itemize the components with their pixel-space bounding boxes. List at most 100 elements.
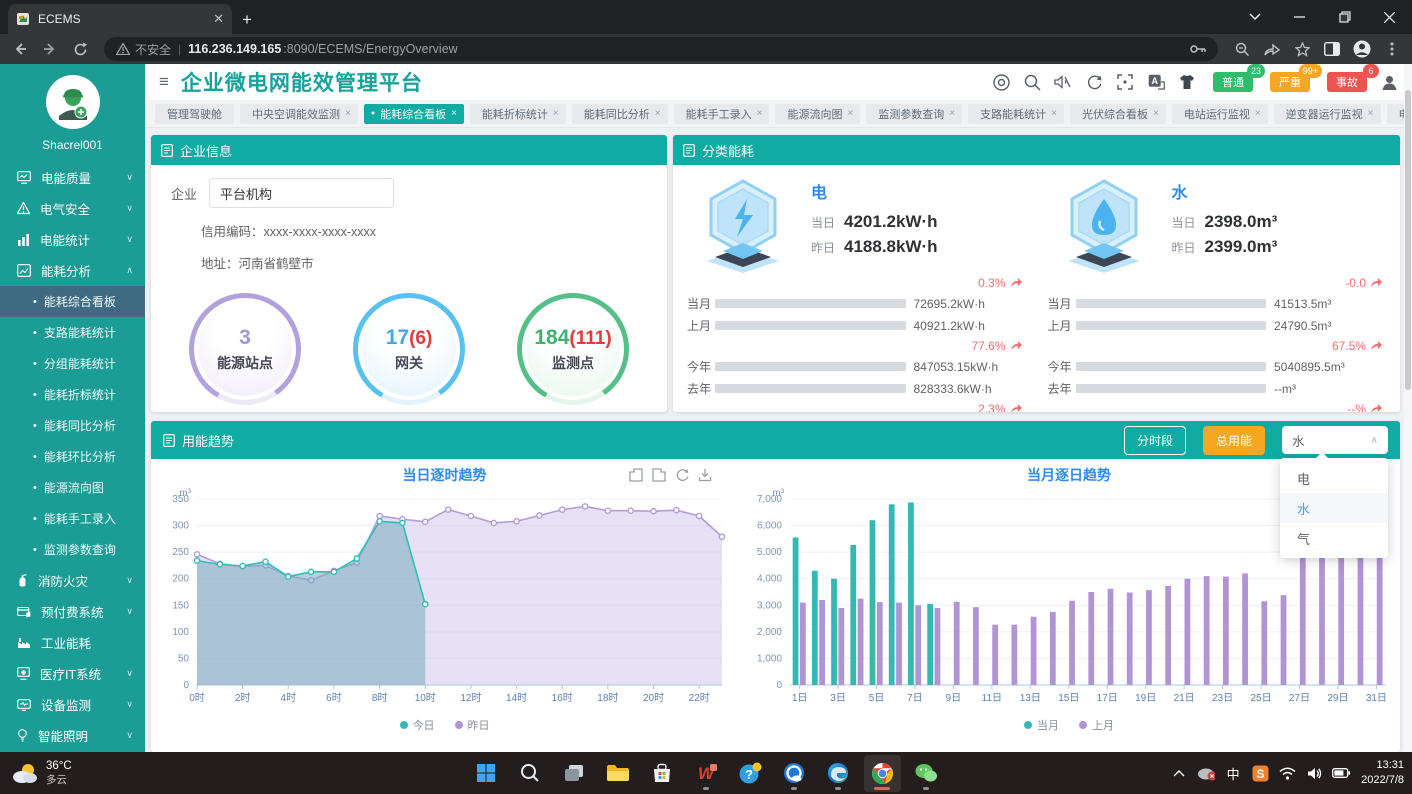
dropdown-option[interactable]: 电: [1280, 463, 1388, 493]
legend-item[interactable]: 今日: [400, 717, 435, 733]
legend-item[interactable]: 当月: [1024, 717, 1059, 733]
clock-widget[interactable]: 13:31 2022/7/8: [1361, 758, 1404, 788]
tab-close-icon[interactable]: ×: [451, 108, 457, 119]
tab-close-icon[interactable]: ×: [1255, 108, 1261, 119]
page-tab[interactable]: ● 能耗综合看板 ×: [364, 104, 464, 124]
start-button[interactable]: [468, 755, 505, 792]
sidebar-item-device-monitor[interactable]: 设备监测 ∨: [0, 689, 145, 720]
wifi-icon[interactable]: [1278, 764, 1296, 782]
scrollbar-thumb[interactable]: [1405, 90, 1411, 390]
sidebar-submenu-item[interactable]: • 能耗同比分析: [0, 410, 145, 441]
sidebar-item-medical-it[interactable]: 医疗IT系统 ∨: [0, 658, 145, 689]
tab-close-icon[interactable]: ×: [1153, 108, 1159, 119]
sidebar-item-prepaid-system[interactable]: 预付费系统 ∨: [0, 596, 145, 627]
browser-tab[interactable]: ECEMS ✕: [8, 4, 232, 34]
tab-close-icon[interactable]: ×: [949, 108, 955, 119]
company-input[interactable]: [209, 178, 394, 208]
wechat-icon[interactable]: [908, 755, 945, 792]
page-tab[interactable]: 中央空调能效监测 ×: [240, 104, 358, 124]
tab-search-icon[interactable]: [1232, 0, 1277, 34]
sidebar-item-industrial-energy[interactable]: 工业能耗: [0, 627, 145, 658]
weather-widget[interactable]: 36°C 多云: [10, 760, 72, 787]
window-minimize-button[interactable]: [1277, 0, 1322, 34]
restore-icon[interactable]: [675, 468, 689, 482]
tab-close-icon[interactable]: ×: [1368, 108, 1374, 119]
zoom-icon[interactable]: [1230, 37, 1254, 61]
browser-menu-icon[interactable]: [1380, 37, 1404, 61]
user-icon[interactable]: [1380, 73, 1398, 91]
back-icon[interactable]: [8, 37, 32, 61]
tab-close-icon[interactable]: ×: [847, 108, 853, 119]
cloud-sync-error-icon[interactable]: [1197, 764, 1215, 782]
file-explorer-icon[interactable]: [600, 755, 637, 792]
sidebar-item-electric-statistics[interactable]: 电能统计 ∨: [0, 224, 145, 255]
refresh-icon[interactable]: [1085, 73, 1103, 91]
microsoft-store-icon[interactable]: [644, 755, 681, 792]
alarm-badge-normal[interactable]: 普通 23: [1213, 72, 1253, 92]
page-tab[interactable]: 支路能耗统计 ×: [968, 104, 1064, 124]
sidebar-submenu-item[interactable]: • 支路能耗统计: [0, 317, 145, 348]
tab-close-icon[interactable]: ×: [1051, 108, 1057, 119]
page-scrollbar[interactable]: [1404, 64, 1412, 752]
chrome-browser-icon[interactable]: [864, 755, 901, 792]
translate-icon[interactable]: A: [1147, 73, 1165, 91]
sidebar-submenu-item[interactable]: • 能源流向图: [0, 472, 145, 503]
dropdown-option[interactable]: 气: [1280, 523, 1388, 553]
tray-expand-icon[interactable]: [1170, 764, 1188, 782]
battery-icon[interactable]: [1332, 764, 1350, 782]
sidebar-item-energy-analysis[interactable]: 能耗分析 ∧: [0, 255, 145, 286]
wps-office-icon[interactable]: W: [688, 755, 725, 792]
sidebar-item-power-quality[interactable]: 电能质量 ∨: [0, 162, 145, 193]
alarm-badge-severe[interactable]: 严重 99+: [1270, 72, 1310, 92]
page-tab[interactable]: 监测参数查询 ×: [866, 104, 962, 124]
password-key-icon[interactable]: [1190, 44, 1206, 54]
page-tab[interactable]: 光伏综合看板 ×: [1070, 104, 1166, 124]
sidebar-item-fire-alarm[interactable]: 消防火灾 ∨: [0, 565, 145, 596]
hourly-line-chart-svg[interactable]: 050100150200250300350m³0时2时4时6时8时10时12时1…: [151, 487, 736, 715]
sogou-input-icon[interactable]: S: [1251, 764, 1269, 782]
sidebar-submenu-item[interactable]: • 能耗环比分析: [0, 441, 145, 472]
menu-collapse-icon[interactable]: ≡: [159, 72, 169, 92]
share-icon[interactable]: [1260, 37, 1284, 61]
profile-avatar-icon[interactable]: [1350, 37, 1374, 61]
mute-icon[interactable]: [1054, 73, 1072, 91]
side-panel-icon[interactable]: [1320, 37, 1344, 61]
dropdown-option[interactable]: 水: [1280, 493, 1388, 523]
window-restore-button[interactable]: [1322, 0, 1367, 34]
toggle-line-icon[interactable]: [629, 468, 643, 482]
tab-close-icon[interactable]: ×: [655, 108, 661, 119]
sidebar-item-electric-safety[interactable]: 电气安全 ∨: [0, 193, 145, 224]
address-bar[interactable]: 不安全 | 116.236.149.165 :8090/ECEMS/Energy…: [104, 37, 1218, 61]
user-avatar[interactable]: [46, 75, 100, 129]
download-icon[interactable]: [698, 468, 712, 482]
edge-browser-icon[interactable]: [820, 755, 857, 792]
period-button[interactable]: 分时段: [1124, 426, 1186, 455]
tab-close-icon[interactable]: ×: [345, 108, 351, 119]
sidebar-submenu-item[interactable]: • 能耗综合看板: [0, 286, 145, 317]
alarm-badge-accident[interactable]: 事故 6: [1327, 72, 1367, 92]
help-app-icon[interactable]: ?: [732, 755, 769, 792]
bookmark-star-icon[interactable]: [1290, 37, 1314, 61]
page-tab[interactable]: 管理驾驶舱: [155, 104, 234, 124]
toggle-bar-icon[interactable]: [652, 468, 666, 482]
total-energy-button[interactable]: 总用能: [1203, 426, 1265, 455]
tab-close-icon[interactable]: ✕: [213, 11, 224, 27]
sidebar-submenu-item[interactable]: • 分组能耗统计: [0, 348, 145, 379]
page-tab[interactable]: 能耗手工录入 ×: [674, 104, 770, 124]
sidebar-submenu-item[interactable]: • 能耗折标统计: [0, 379, 145, 410]
energy-type-select[interactable]: 水 ∧: [1282, 426, 1388, 454]
legend-item[interactable]: 昨日: [455, 717, 490, 733]
tab-close-icon[interactable]: ×: [757, 108, 763, 119]
page-tab[interactable]: 逆变器运行监视 ×: [1274, 104, 1381, 124]
sidebar-item-smart-lighting[interactable]: 智能照明 ∨: [0, 720, 145, 751]
page-tab[interactable]: 能耗同比分析 ×: [572, 104, 668, 124]
tab-close-icon[interactable]: ×: [553, 108, 559, 119]
forward-icon[interactable]: [38, 37, 62, 61]
window-close-button[interactable]: [1367, 0, 1412, 34]
page-tab[interactable]: 能耗折标统计 ×: [470, 104, 566, 124]
page-tab[interactable]: 能源流向图 ×: [775, 104, 860, 124]
security-warning[interactable]: 不安全: [116, 41, 171, 58]
sidebar-submenu-item[interactable]: • 监测参数查询: [0, 534, 145, 565]
fullscreen-icon[interactable]: [1116, 73, 1134, 91]
taskbar-search-icon[interactable]: [512, 755, 549, 792]
